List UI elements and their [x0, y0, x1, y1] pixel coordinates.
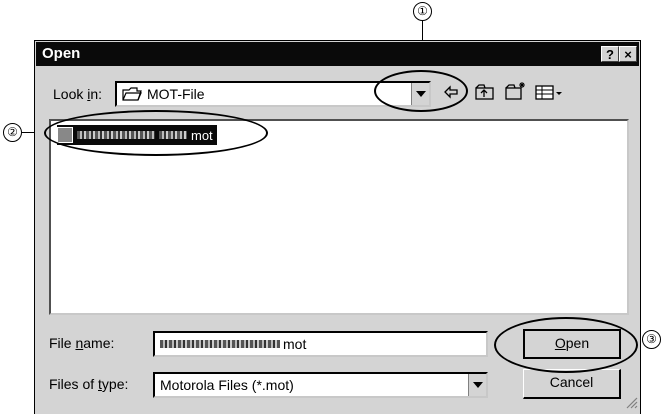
up-folder-icon[interactable] — [475, 84, 495, 105]
files-of-type-combo[interactable]: Motorola Files (*.mot) — [153, 372, 488, 398]
callout-1-ellipse — [374, 70, 468, 112]
view-menu-icon[interactable] — [535, 85, 565, 106]
file-name-field[interactable]: mot — [153, 331, 488, 357]
close-button[interactable]: × — [619, 46, 637, 62]
callout-3-ellipse — [494, 317, 638, 373]
new-folder-icon[interactable] — [505, 81, 527, 106]
help-button[interactable]: ? — [601, 46, 619, 62]
files-of-type-dropdown-button[interactable] — [468, 374, 486, 396]
callout-2-ellipse — [44, 110, 268, 156]
callout-2: ② — [3, 123, 22, 142]
cancel-button[interactable]: Cancel — [523, 369, 621, 399]
redacted-filename — [160, 340, 280, 348]
look-in-label: Look in: — [53, 86, 103, 102]
folder-icon — [122, 86, 142, 105]
callout-3: ③ — [642, 330, 661, 349]
title-bar: Open ? × — [36, 42, 639, 66]
file-name-ext: mot — [283, 336, 307, 352]
files-of-type-label: Files of type: — [49, 376, 129, 392]
callout-1: ① — [413, 2, 432, 21]
dialog-title: Open — [42, 45, 81, 62]
look-in-value: MOT-File — [147, 86, 205, 102]
resize-grip-icon[interactable] — [624, 395, 638, 414]
file-name-label: File name: — [49, 335, 115, 351]
files-of-type-value: Motorola Files (*.mot) — [160, 377, 294, 393]
